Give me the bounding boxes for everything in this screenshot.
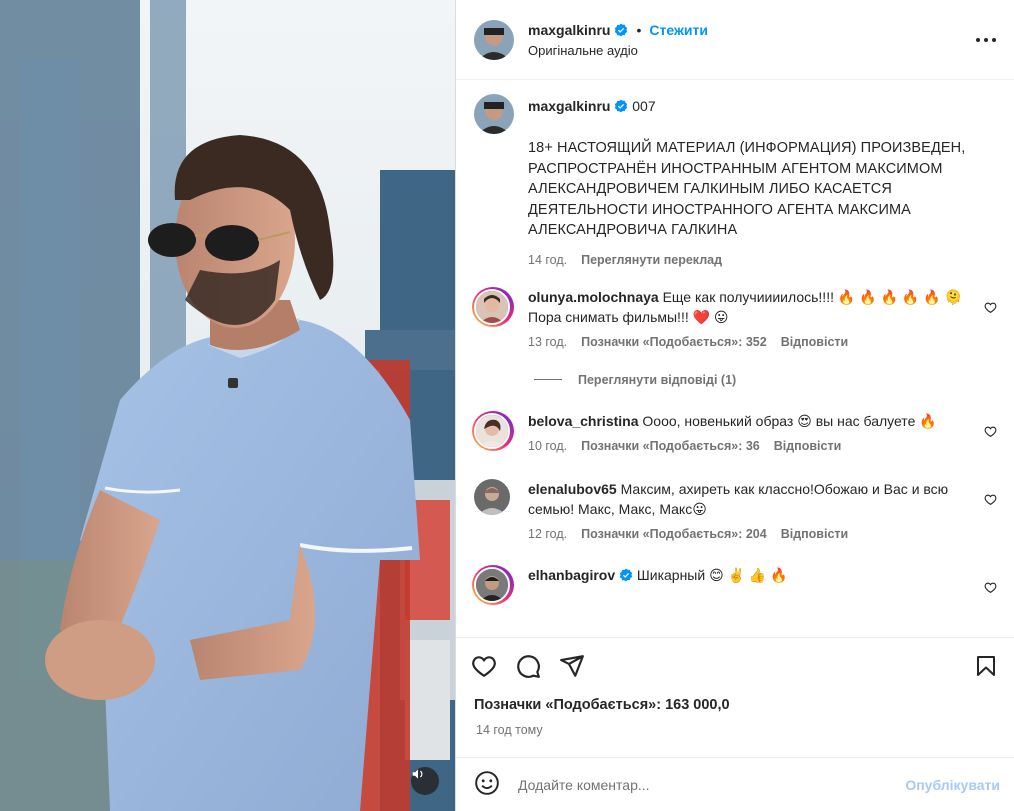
reply-button[interactable]: Відповісти [781,527,849,541]
post-side-panel: maxgalkinru • Стежити Оригінальне аудіо [455,0,1014,811]
comment-likes[interactable]: Позначки «Подобається»: 36 [581,439,760,453]
comments-list[interactable]: maxgalkinru 007 18+ НАСТОЯЩИЙ МАТЕРИАЛ (… [456,80,1014,637]
comment-time[interactable]: 10 год. [528,439,567,453]
commenter-avatar[interactable] [472,286,514,327]
translate-button[interactable]: Переглянути переклад [581,253,722,267]
publish-button[interactable]: Опублікувати [905,777,1000,793]
speaker-icon [412,769,423,779]
verified-badge-icon [614,99,628,113]
post-header: maxgalkinru • Стежити Оригінальне аудіо [456,0,1014,80]
comment-username[interactable]: elhanbagirov [528,567,615,583]
commenter-avatar[interactable] [472,410,514,451]
caption: maxgalkinru 007 18+ НАСТОЯЩИЙ МАТЕРИАЛ (… [472,94,998,267]
audio-label[interactable]: Оригінальне аудіо [528,43,974,58]
caption-time[interactable]: 14 год. [528,253,567,267]
verified-badge-icon [619,568,633,582]
comment-like-heart-icon[interactable] [984,581,998,595]
reply-button[interactable]: Відповісти [774,439,842,453]
comment-bubble-icon[interactable] [514,652,542,680]
save-bookmark-icon[interactable] [972,652,1000,680]
like-heart-icon[interactable] [470,652,498,680]
post-media[interactable] [0,0,455,811]
author-username[interactable]: maxgalkinru [528,22,610,38]
comment-item: elhanbagirov Шикарный 😊 ✌️ 👍 🔥 [472,564,998,605]
comment-username[interactable]: belova_christina [528,413,639,429]
comment-username[interactable]: elenalubov65 [528,481,617,497]
post-likes-count[interactable]: Позначки «Подобається»: 163 000,0 [456,697,1014,713]
more-options-icon[interactable] [974,28,998,52]
add-comment-bar: Опублікувати [456,757,1014,811]
verified-badge-icon [614,23,628,37]
share-paper-plane-icon[interactable] [558,652,586,680]
comment-likes[interactable]: Позначки «Подобається»: 352 [581,335,767,349]
view-replies-label: Переглянути відповіді (1) [578,372,737,387]
reply-button[interactable]: Відповісти [781,335,849,349]
comment-input[interactable] [518,776,906,793]
caption-username[interactable]: maxgalkinru [528,98,610,114]
post-photo [0,0,455,811]
comment-text: Шикарный 😊 ✌️ 👍 🔥 [636,566,788,583]
comment-time[interactable]: 12 год. [528,527,567,541]
comment-like-heart-icon[interactable] [984,493,998,507]
comment-item: elenalubov65 Максим, ахиреть как классно… [472,478,998,541]
comment-like-heart-icon[interactable] [984,425,998,439]
audio-toggle-button[interactable] [411,767,439,795]
post-dialog: maxgalkinru • Стежити Оригінальне аудіо [0,0,1014,811]
author-avatar[interactable] [474,19,514,60]
comment-username[interactable]: olunya.molochnaya [528,289,659,305]
comment-item: olunya.molochnaya Еще как получиииилось!… [472,286,998,349]
comment-item: belova_christina Оооо, новенький образ 😍… [472,410,998,453]
caption-avatar[interactable] [474,94,514,134]
caption-inline-text: 007 [632,98,656,114]
commenter-avatar[interactable] [472,564,514,605]
view-replies-line [534,379,562,380]
view-replies-button[interactable]: Переглянути відповіді (1) [534,373,998,387]
comment-likes[interactable]: Позначки «Подобається»: 204 [581,527,767,541]
comment-like-heart-icon[interactable] [984,301,998,315]
post-time-ago[interactable]: 14 год тому [456,723,1014,737]
post-actions-bar [456,637,1014,693]
follow-button[interactable]: Стежити [649,22,708,38]
emoji-smiley-icon[interactable] [474,770,500,799]
caption-text: 18+ НАСТОЯЩИЙ МАТЕРИАЛ (ИНФОРМАЦИЯ) ПРОИ… [528,140,966,238]
separator-dot: • [636,21,642,38]
comment-text: Оооо, новенький образ 😍 вы нас балуете 🔥 [642,412,937,429]
comment-time[interactable]: 13 год. [528,335,567,349]
commenter-avatar[interactable] [474,478,510,515]
